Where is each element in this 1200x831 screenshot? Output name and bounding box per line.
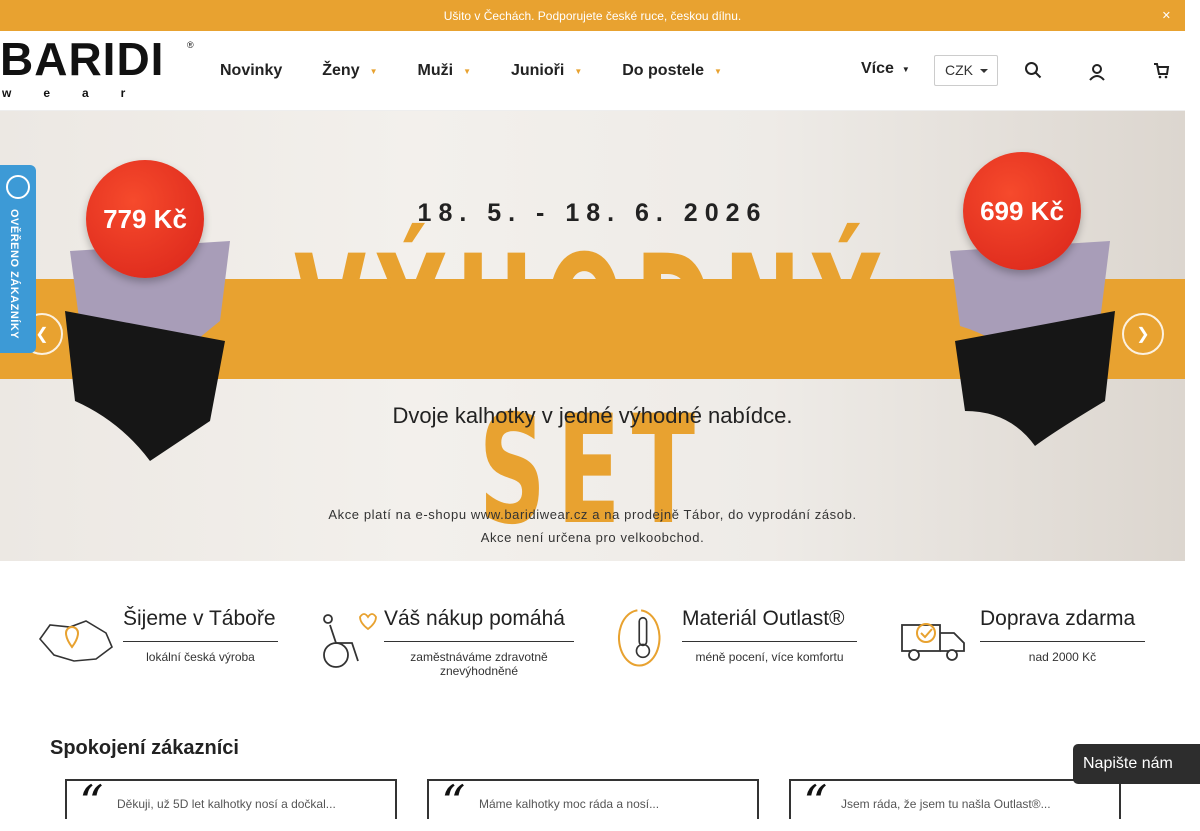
promo-headline: VÝHODNÝ SET xyxy=(294,224,891,558)
logo-subtitle: wear xyxy=(2,86,158,100)
quote-icon: “ xyxy=(441,775,466,831)
chevron-right-icon[interactable]: ❯ xyxy=(1122,313,1164,355)
nav-item-juniori[interactable]: Junioři ▼ xyxy=(511,62,582,80)
map-pin-icon xyxy=(38,620,113,662)
chevron-down-icon: ▼ xyxy=(901,64,910,74)
feature-title: Doprava zdarma xyxy=(980,607,1136,630)
feature-title: Šijeme v Táboře xyxy=(123,607,276,630)
feature-subtitle: nad 2000 Kč xyxy=(1028,650,1097,664)
feature-item: Materiál Outlast® méně pocení, více komf… xyxy=(611,595,866,685)
announcement-bar: Ušito v Čechách. Podporujete české ruce,… xyxy=(0,0,1185,31)
chevron-down-icon: ▼ xyxy=(574,66,583,76)
nav-item-zeny[interactable]: Ženy ▼ xyxy=(322,62,377,80)
quote-icon: “ xyxy=(803,775,828,831)
main-nav: Novinky Ženy ▼ Muži ▼ Junioři ▼ Do postele ▼ xyxy=(220,31,762,111)
cart-icon[interactable] xyxy=(1152,61,1170,79)
nav-item-more[interactable]: Více ▼ xyxy=(861,60,910,78)
dropdown-caret-icon xyxy=(980,69,988,73)
review-text: Máme kalhotky moc ráda a nosí... xyxy=(479,797,660,811)
search-icon[interactable] xyxy=(1024,61,1042,79)
logo[interactable]: BARIDI ® wear xyxy=(0,36,200,102)
review-card[interactable]: “ Děkuji, už 5D let kalhotky nosí a dočk… xyxy=(65,775,397,831)
logo-wordmark: BARIDI xyxy=(0,33,165,85)
thermometer-icon xyxy=(618,609,661,667)
reviews-heading: Spokojení zákazníci xyxy=(50,737,239,759)
review-text: Děkuji, už 5D let kalhotky nosí a dočkal… xyxy=(117,797,336,811)
review-card[interactable]: “ Máme kalhotky moc ráda a nosí... xyxy=(427,775,759,831)
nav-item-muzi[interactable]: Muži ▼ xyxy=(418,62,471,80)
feature-title: Materiál Outlast® xyxy=(682,607,845,630)
feature-subtitle: méně pocení, více komfortu xyxy=(695,650,844,664)
chat-button[interactable]: Napište nám xyxy=(1073,744,1200,784)
site-header: BARIDI ® wear Novinky Ženy ▼ Muži ▼ Junioř… xyxy=(0,31,1185,111)
feature-title: Váš nákup pomáhá xyxy=(384,607,565,630)
quote-icon: “ xyxy=(79,775,104,831)
divider xyxy=(980,641,1145,642)
user-icon[interactable] xyxy=(1088,63,1106,81)
promo-note-secondary: Akce není určena pro velkoobchod. xyxy=(480,530,705,545)
wheelchair-heart-icon xyxy=(323,613,377,668)
verified-customers-badge[interactable]: OVĚŘENO ZÁKAZNÍKY xyxy=(0,165,36,353)
price-badge-right: 699 Kč xyxy=(963,152,1081,270)
review-card[interactable]: “ Jsem ráda, že jsem tu našla Outlast®..… xyxy=(789,775,1121,831)
feature-subtitle: lokální česká výroba xyxy=(146,650,255,664)
seal-icon xyxy=(6,175,30,199)
price-badge-left: 779 Kč xyxy=(86,160,204,278)
nav-item-novinky[interactable]: Novinky xyxy=(220,62,282,80)
close-icon[interactable]: ✕ xyxy=(1162,9,1171,22)
feature-subtitle: zaměstnáváme zdravotně znevýhodněné xyxy=(410,650,548,678)
chevron-down-icon: ▼ xyxy=(463,66,471,76)
currency-select[interactable]: CZK xyxy=(934,55,998,86)
feature-item: Váš nákup pomáhá zaměstnáváme zdravotně … xyxy=(316,595,581,685)
promo-subtitle: Dvoje kalhotky v jedné výhodné nabídce. xyxy=(392,403,793,428)
logo-registered-mark: ® xyxy=(187,40,194,50)
hero-banner[interactable]: 18. 5. - 18. 6. 2026 VÝHODNÝ SET Dvoje k… xyxy=(0,111,1185,561)
divider xyxy=(682,641,857,642)
divider xyxy=(123,641,278,642)
chevron-down-icon: ▼ xyxy=(369,66,378,76)
chevron-down-icon: ▼ xyxy=(714,66,722,76)
verified-badge-label: OVĚŘENO ZÁKAZNÍKY xyxy=(8,209,20,340)
divider xyxy=(384,641,574,642)
promo-note: Akce platí na e-shopu www.baridiwear.cz … xyxy=(328,507,857,522)
announcement-text: Ušito v Čechách. Podporujete české ruce,… xyxy=(443,8,742,23)
feature-item: Doprava zdarma nad 2000 Kč xyxy=(896,595,1156,685)
nav-item-do-postele[interactable]: Do postele ▼ xyxy=(622,62,722,80)
review-text: Jsem ráda, že jsem tu našla Outlast®... xyxy=(841,797,1051,811)
feature-strip: Šijeme v Táboře lokální česká výroba Váš… xyxy=(0,595,1185,685)
feature-item: Šijeme v Táboře lokální česká výroba xyxy=(36,595,286,685)
delivery-truck-icon xyxy=(901,623,965,661)
